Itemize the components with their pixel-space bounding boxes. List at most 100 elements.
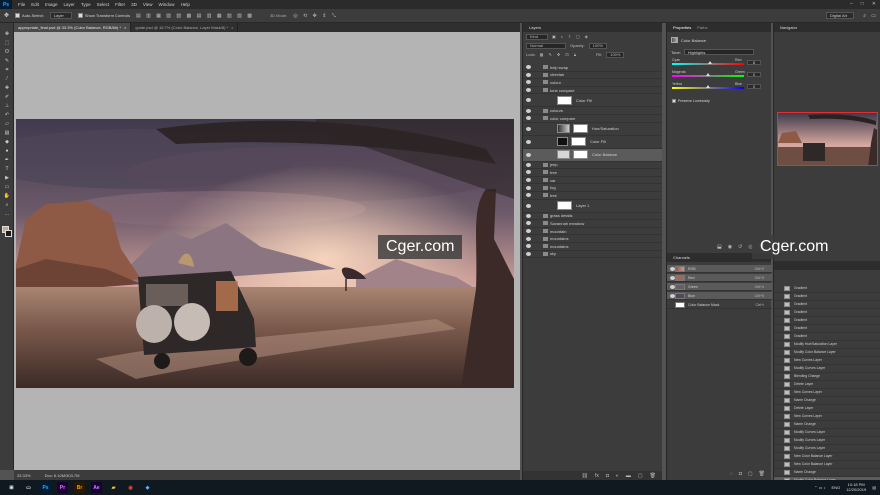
slider-value-input[interactable]: 8 <box>747 60 761 65</box>
healing-tool-icon[interactable]: ✚ <box>3 85 11 91</box>
history-state[interactable]: Modify Curves Layer <box>774 437 880 445</box>
auto-select-checkbox[interactable]: Auto-Select: <box>15 13 44 18</box>
brush-tool-icon[interactable]: ✐ <box>3 94 11 100</box>
layer-row[interactable]: Hue/Saturation <box>523 123 662 136</box>
shape-tool-icon[interactable]: ▭ <box>3 184 11 190</box>
fx-icon[interactable]: fx <box>595 473 599 479</box>
photoshop-taskbar-icon[interactable]: Ps <box>40 482 51 493</box>
menu-item-layer[interactable]: Layer <box>64 2 75 7</box>
slider-value-input[interactable]: 0 <box>747 84 761 89</box>
menu-item-help[interactable]: Help <box>181 2 190 7</box>
history-state[interactable]: Gradient <box>774 301 880 309</box>
channel-row[interactable]: Blue Ctrl+5 <box>667 292 772 300</box>
history-state[interactable]: Gradient <box>774 285 880 293</box>
preserve-luminosity-row[interactable]: Preserve Luminosity <box>672 99 710 103</box>
layer-row[interactable]: cheetah <box>523 72 662 80</box>
history-state[interactable]: Name Change <box>774 421 880 429</box>
adjustment-layer-icon[interactable]: ◐ <box>616 473 619 479</box>
layer-row[interactable]: sky <box>523 251 662 259</box>
tab-navigator[interactable]: Navigator <box>777 25 800 30</box>
channel-row[interactable]: Green Ctrl+4 <box>667 283 772 291</box>
layer-row[interactable]: car <box>523 177 662 185</box>
slider-handle[interactable] <box>708 61 713 64</box>
visibility-eye-icon[interactable] <box>526 139 531 144</box>
add-mask-icon[interactable]: ◘ <box>606 473 609 479</box>
bridge-taskbar-icon[interactable]: Br <box>74 482 85 493</box>
crop-tool-icon[interactable]: ⌗ <box>3 67 11 73</box>
workspace-dropdown[interactable]: Digital Art <box>826 12 854 19</box>
search-icon[interactable]: ⌕ <box>863 13 866 19</box>
menu-item-window[interactable]: Window <box>159 2 175 7</box>
visibility-eye-icon[interactable] <box>526 221 531 226</box>
history-state[interactable]: New Curves Layer <box>774 413 880 421</box>
history-state[interactable]: Modify Color Balance Layer <box>774 349 880 357</box>
tab-channels[interactable]: Channels <box>670 255 693 260</box>
layer-row[interactable]: tone compare <box>523 87 662 95</box>
history-brush-tool-icon[interactable]: ↶ <box>3 112 11 118</box>
marquee-tool-icon[interactable]: ⬚ <box>3 40 11 46</box>
language-indicator[interactable]: ENG <box>832 485 841 490</box>
document-tab[interactable]: guide.psd @ 16.7% (Color Balance, Layer … <box>131 23 239 32</box>
clip-to-layer-icon[interactable]: ⬓ <box>717 244 722 250</box>
visibility-eye-icon[interactable] <box>526 116 531 121</box>
menu-item-select[interactable]: Select <box>97 2 110 7</box>
layer-row[interactable]: fog <box>523 184 662 192</box>
path-select-tool-icon[interactable]: ▶ <box>3 175 11 181</box>
visibility-eye-icon[interactable] <box>526 80 531 85</box>
menu-item-view[interactable]: View <box>143 2 153 7</box>
visibility-eye-icon[interactable] <box>526 178 531 183</box>
maximize-icon[interactable]: □ <box>861 1 864 7</box>
visibility-eye-icon[interactable] <box>526 170 531 175</box>
new-layer-icon[interactable]: ▢ <box>638 473 643 479</box>
3d-mode-icons[interactable]: ◎ ⟲ ✥ ⇕ ⤡ <box>293 13 338 19</box>
layer-row[interactable]: colours <box>523 107 662 115</box>
type-tool-icon[interactable]: T <box>3 166 11 172</box>
layer-row[interactable]: tree <box>523 169 662 177</box>
visibility-eye-icon[interactable] <box>670 284 675 289</box>
tab-paths[interactable]: Paths <box>694 25 710 30</box>
history-state[interactable]: Delete Layer <box>774 405 880 413</box>
visibility-eye-icon[interactable] <box>526 236 531 241</box>
visibility-eye-icon[interactable] <box>526 126 531 131</box>
panel-toggle-icon[interactable]: ▭ <box>871 13 876 19</box>
layer-row[interactable]: tree <box>523 192 662 200</box>
slider-handle[interactable] <box>706 85 710 88</box>
navigator-preview[interactable] <box>777 112 878 166</box>
windows-start-icon[interactable]: ⊞ <box>6 482 17 493</box>
move-tool-icon[interactable]: ✥ <box>3 31 11 37</box>
layer-row[interactable]: Color Fill <box>523 136 662 149</box>
document-tab[interactable]: appropriate_final.psd @ 33.3% (Color Bal… <box>14 23 132 32</box>
move-tool-icon[interactable]: ✥ <box>4 12 9 19</box>
aftereffects-taskbar-icon[interactable]: Ae <box>91 482 102 493</box>
menu-item-filter[interactable]: Filter <box>115 2 125 7</box>
channel-row[interactable]: Color Balance Mask Ctrl+\ <box>667 301 772 309</box>
app-taskbar-icon[interactable]: ◆ <box>142 482 153 493</box>
layer-row[interactable]: Color Fill <box>523 94 662 108</box>
visibility-eye-icon[interactable] <box>526 162 531 167</box>
reset-icon[interactable]: ↺ <box>738 244 742 250</box>
layer-row[interactable]: mountains <box>523 243 662 251</box>
new-channel-icon[interactable]: ▢ <box>748 471 753 477</box>
premiere-taskbar-icon[interactable]: Pr <box>57 482 68 493</box>
clock[interactable]: 10:18 PM 12/20/2019 <box>846 482 866 492</box>
history-state[interactable]: Delete Layer <box>774 381 880 389</box>
slider-value-input[interactable]: 0 <box>747 72 761 77</box>
lasso-tool-icon[interactable]: ʘ <box>3 49 11 55</box>
history-state[interactable]: New Curves Layer <box>774 389 880 397</box>
trash-icon[interactable]: 🗑︎ <box>650 473 656 479</box>
tone-dropdown[interactable]: Highlights <box>683 49 754 55</box>
eyedropper-tool-icon[interactable]: ⁄ <box>3 76 11 82</box>
minimize-icon[interactable]: – <box>850 1 853 7</box>
gradient-tool-icon[interactable]: ▤ <box>3 130 11 136</box>
color-balance-slider[interactable] <box>672 61 744 65</box>
close-tab-icon[interactable]: × <box>124 25 126 30</box>
visibility-eye-icon[interactable] <box>526 203 531 208</box>
menu-item-image[interactable]: Image <box>45 2 58 7</box>
background-color-swatch[interactable] <box>5 230 12 237</box>
delete-channel-icon[interactable]: 🗑︎ <box>759 471 765 477</box>
visibility-eye-icon[interactable] <box>526 72 531 77</box>
history-state[interactable]: Modify Curves Layer <box>774 429 880 437</box>
history-state[interactable]: Modify Hue/Saturation Layer <box>774 341 880 349</box>
tab-layers[interactable]: Layers <box>526 25 544 30</box>
show-transform-checkbox[interactable]: Show Transform Controls <box>77 13 130 18</box>
